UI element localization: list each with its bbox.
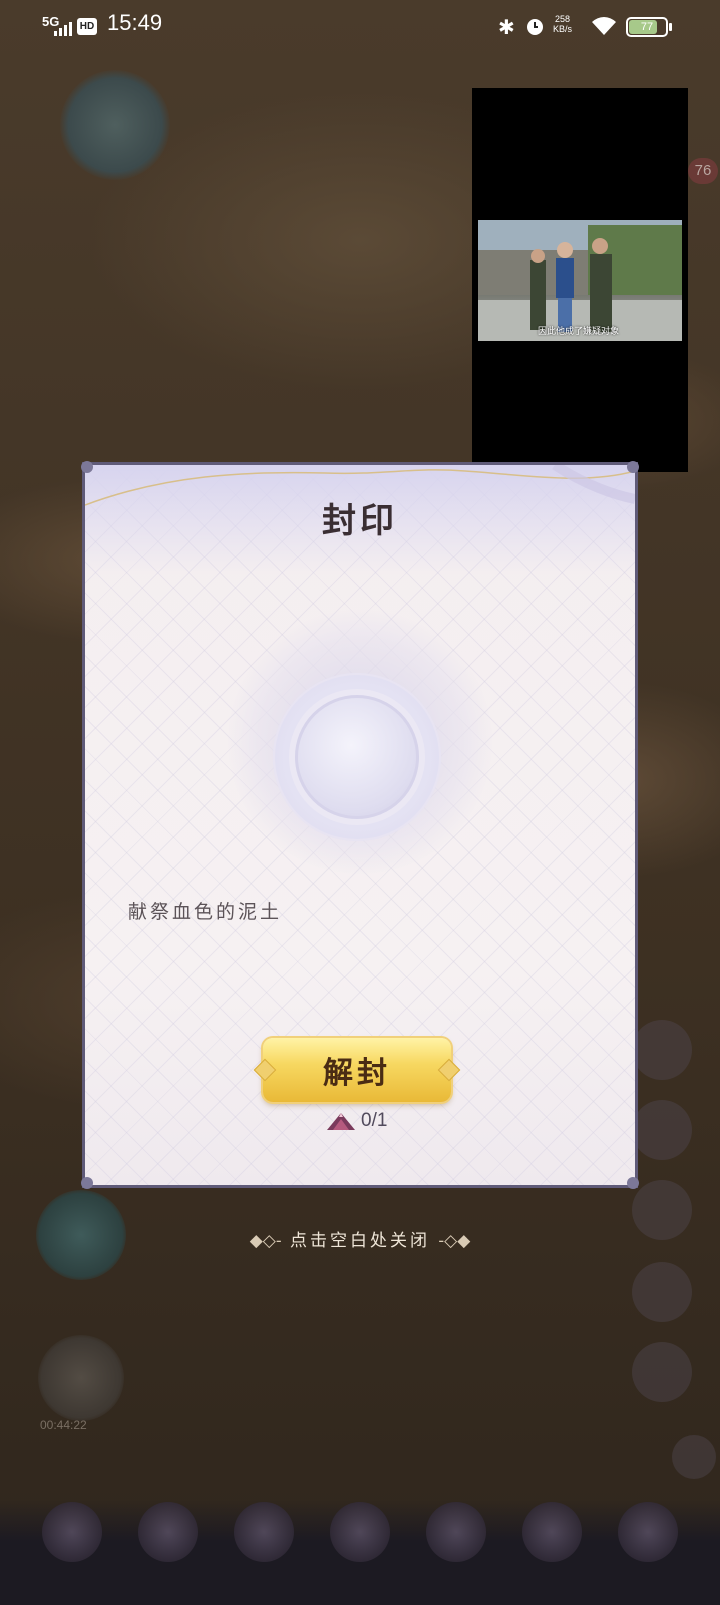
alarm-icon [527, 19, 543, 35]
corner-ornament-bl [81, 1177, 93, 1189]
nav-icon-3 [234, 1502, 294, 1562]
wifi-icon [592, 17, 616, 35]
corner-ornament-tl [81, 461, 93, 473]
corner-ornament-tr [627, 461, 639, 473]
side-button-1[interactable] [632, 1020, 692, 1080]
cost-count: 0/1 [361, 1110, 388, 1132]
network-speed: 258 KB/s [553, 14, 572, 34]
status-bar: 5G HD 15:49 ✱ 258 KB/s 77 [0, 0, 720, 52]
nav-icon-4 [330, 1502, 390, 1562]
video-scene-image [478, 220, 682, 341]
hint-ornament-left: ◆◇- [249, 1231, 282, 1251]
clock: 15:49 [107, 10, 163, 35]
nav-item-4[interactable] [320, 1502, 400, 1586]
offering-description: 献祭血色的泥土 [128, 901, 283, 923]
nav-item-1[interactable] [32, 1502, 112, 1586]
battery-icon: 77 [626, 17, 668, 37]
corner-ornament-br [627, 1177, 639, 1189]
side-button-2[interactable] [632, 1100, 692, 1160]
item-slot[interactable] [295, 695, 419, 819]
side-button-4[interactable] [632, 1262, 692, 1322]
hd-badge: HD [77, 18, 97, 35]
nav-item-3[interactable] [224, 1502, 304, 1586]
nav-icon-1 [42, 1502, 102, 1562]
unseal-button[interactable]: 解封 [263, 1038, 451, 1102]
hint-ornament-right: -◇◆ [438, 1231, 471, 1251]
top-left-event-badge [60, 70, 170, 180]
nav-item-6[interactable] [512, 1502, 592, 1586]
nav-item-2[interactable] [128, 1502, 208, 1586]
seal-dialog: 封印 献祭血色的泥土 解封 0/1 [81, 461, 639, 1189]
nav-icon-5 [426, 1502, 486, 1562]
dialog-title: 封印 [322, 501, 398, 541]
bottom-navigation [0, 1500, 720, 1605]
plus-button[interactable] [672, 1435, 716, 1479]
side-button-5[interactable] [632, 1342, 692, 1402]
nav-icon-6 [522, 1502, 582, 1562]
blood-soil-icon [327, 1113, 355, 1130]
floating-video-window[interactable]: 因此他成了嫌疑对象 [472, 88, 688, 472]
nav-icon-2 [138, 1502, 198, 1562]
video-subtitle: 因此他成了嫌疑对象 [538, 327, 620, 337]
cost-indicator: 0/1 [325, 1110, 387, 1132]
video-frame: 因此他成了嫌疑对象 [478, 220, 682, 341]
left-timer-avatar [38, 1335, 124, 1421]
nav-item-5[interactable] [416, 1502, 496, 1586]
bluetooth-icon: ✱ [498, 17, 515, 39]
nav-item-7[interactable] [608, 1502, 688, 1586]
close-hint-text: 点击空白处关闭 [290, 1231, 430, 1251]
nav-icon-7 [618, 1502, 678, 1562]
timer-label: 00:44:22 [40, 1418, 87, 1432]
speed-value: 258 [554, 14, 571, 24]
signal-icon [54, 22, 72, 36]
battery-percent: 77 [640, 21, 654, 33]
notification-badge: 76 [688, 158, 718, 184]
close-hint[interactable]: ◆◇- 点击空白处关闭 -◇◆ [0, 1226, 720, 1251]
speed-unit: KB/s [553, 24, 573, 34]
battery-cap [669, 23, 672, 31]
